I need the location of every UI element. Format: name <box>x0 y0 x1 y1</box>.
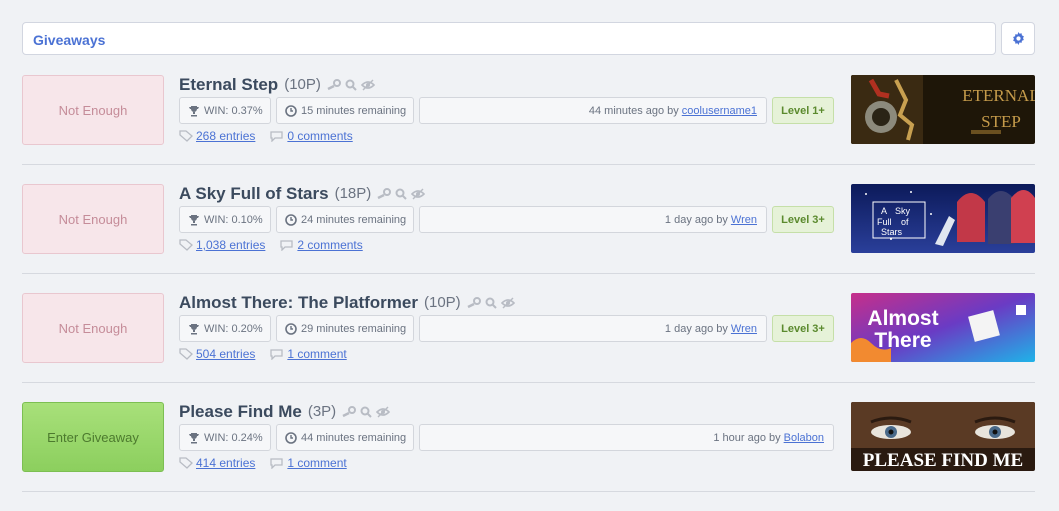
settings-button[interactable] <box>1001 22 1035 55</box>
hide-icon[interactable] <box>376 406 391 418</box>
time-remaining: 29 minutes remaining <box>276 315 414 342</box>
giveaway-points: (10P) <box>284 76 321 93</box>
not-enough-button: Not Enough <box>22 75 164 145</box>
search-icon[interactable] <box>360 406 372 418</box>
tag-icon <box>179 457 193 469</box>
thumbnail-text-1: PLEASE FIND ME <box>863 450 1023 471</box>
comment-icon <box>270 349 284 360</box>
level-badge: Level 3+ <box>772 206 834 233</box>
created-info: 1 day ago by Wren <box>419 315 767 342</box>
trophy-icon <box>189 432 199 443</box>
comments-link[interactable]: 1 comment <box>287 456 346 470</box>
thumbnail-text-2: There <box>874 329 931 352</box>
giveaway-points: (3P) <box>307 403 337 420</box>
giveaway-row: Not Enough Almost There: The Platformer … <box>22 293 1035 402</box>
not-enough-button: Not Enough <box>22 293 164 363</box>
giveaway-row: Enter Giveaway Please Find Me (3P) WIN: … <box>22 402 1035 511</box>
comment-icon <box>280 240 294 251</box>
thumbnail-text-4: of <box>901 217 909 227</box>
tag-icon <box>179 348 193 360</box>
search-icon[interactable] <box>485 297 497 309</box>
game-thumbnail[interactable]: ETERNAL STEP <box>851 75 1035 144</box>
comment-icon <box>270 458 284 469</box>
comments-link[interactable]: 1 comment <box>287 347 346 361</box>
thumbnail-text-2: Sky <box>895 206 911 216</box>
time-remaining: 24 minutes remaining <box>276 206 414 233</box>
time-remaining: 44 minutes remaining <box>276 424 414 451</box>
giveaway-title[interactable]: Almost There: The Platformer <box>179 293 418 313</box>
trophy-icon <box>189 105 199 116</box>
giveaway-points: (10P) <box>424 294 461 311</box>
comment-icon <box>270 131 284 142</box>
thumbnail-text-1: ETERNAL <box>962 86 1035 105</box>
creator-link[interactable]: Bolabon <box>784 432 824 444</box>
thumbnail-text-2: STEP <box>981 112 1021 131</box>
giveaway-points: (18P) <box>334 185 372 202</box>
gear-icon <box>1012 32 1024 45</box>
hide-icon[interactable] <box>411 188 426 200</box>
win-chance: WIN: 0.24% <box>179 424 271 451</box>
comments-link[interactable]: 0 comments <box>287 129 352 143</box>
entries-link[interactable]: 414 entries <box>196 456 255 470</box>
win-chance: WIN: 0.37% <box>179 97 271 124</box>
thumbnail-text-1: A <box>881 206 887 216</box>
game-thumbnail[interactable]: PLEASE FIND ME <box>851 402 1035 471</box>
tag-icon <box>179 130 193 142</box>
clock-icon <box>285 431 297 444</box>
not-enough-button: Not Enough <box>22 184 164 254</box>
trophy-icon <box>189 214 199 225</box>
clock-icon <box>285 213 297 226</box>
created-info: 44 minutes ago by coolusername1 <box>419 97 767 124</box>
enter-giveaway-button[interactable]: Enter Giveaway <box>22 402 164 472</box>
steam-icon[interactable] <box>377 187 392 200</box>
time-remaining: 15 minutes remaining <box>276 97 414 124</box>
thumbnail-text-5: Stars <box>881 227 903 237</box>
search-icon[interactable] <box>395 188 407 200</box>
giveaway-row: Not Enough A Sky Full of Stars (18P) WIN… <box>22 184 1035 293</box>
creator-link[interactable]: Wren <box>731 323 757 335</box>
giveaways-header: Giveaways <box>22 22 996 55</box>
search-icon[interactable] <box>345 79 357 91</box>
giveaway-title[interactable]: Please Find Me <box>179 402 302 422</box>
entries-link[interactable]: 504 entries <box>196 347 255 361</box>
steam-icon[interactable] <box>342 405 357 418</box>
hide-icon[interactable] <box>500 297 515 309</box>
thumbnail-text-3: Full <box>877 217 892 227</box>
win-chance: WIN: 0.20% <box>179 315 271 342</box>
page-title: Giveaways <box>33 32 106 48</box>
level-badge: Level 1+ <box>772 97 834 124</box>
tag-icon <box>179 239 193 251</box>
game-thumbnail[interactable]: Almost There <box>851 293 1035 362</box>
creator-link[interactable]: coolusername1 <box>682 105 757 117</box>
comments-link[interactable]: 2 comments <box>297 238 362 252</box>
hide-icon[interactable] <box>360 79 375 91</box>
giveaway-row: Not Enough Eternal Step (10P) WIN: 0.37%… <box>22 75 1035 184</box>
giveaway-title[interactable]: Eternal Step <box>179 75 278 95</box>
thumbnail-text-1: Almost <box>867 307 938 330</box>
level-badge: Level 3+ <box>772 315 834 342</box>
steam-icon[interactable] <box>327 78 341 91</box>
created-info: 1 day ago by Wren <box>419 206 767 233</box>
trophy-icon <box>189 323 199 334</box>
entries-link[interactable]: 1,038 entries <box>196 238 265 252</box>
steam-icon[interactable] <box>467 296 481 309</box>
clock-icon <box>285 104 297 117</box>
win-chance: WIN: 0.10% <box>179 206 271 233</box>
created-info: 1 hour ago by Bolabon <box>419 424 834 451</box>
game-thumbnail[interactable]: A Sky Full of Stars <box>851 184 1035 253</box>
clock-icon <box>285 322 297 335</box>
entries-link[interactable]: 268 entries <box>196 129 255 143</box>
creator-link[interactable]: Wren <box>731 214 757 226</box>
giveaway-title[interactable]: A Sky Full of Stars <box>179 184 329 204</box>
